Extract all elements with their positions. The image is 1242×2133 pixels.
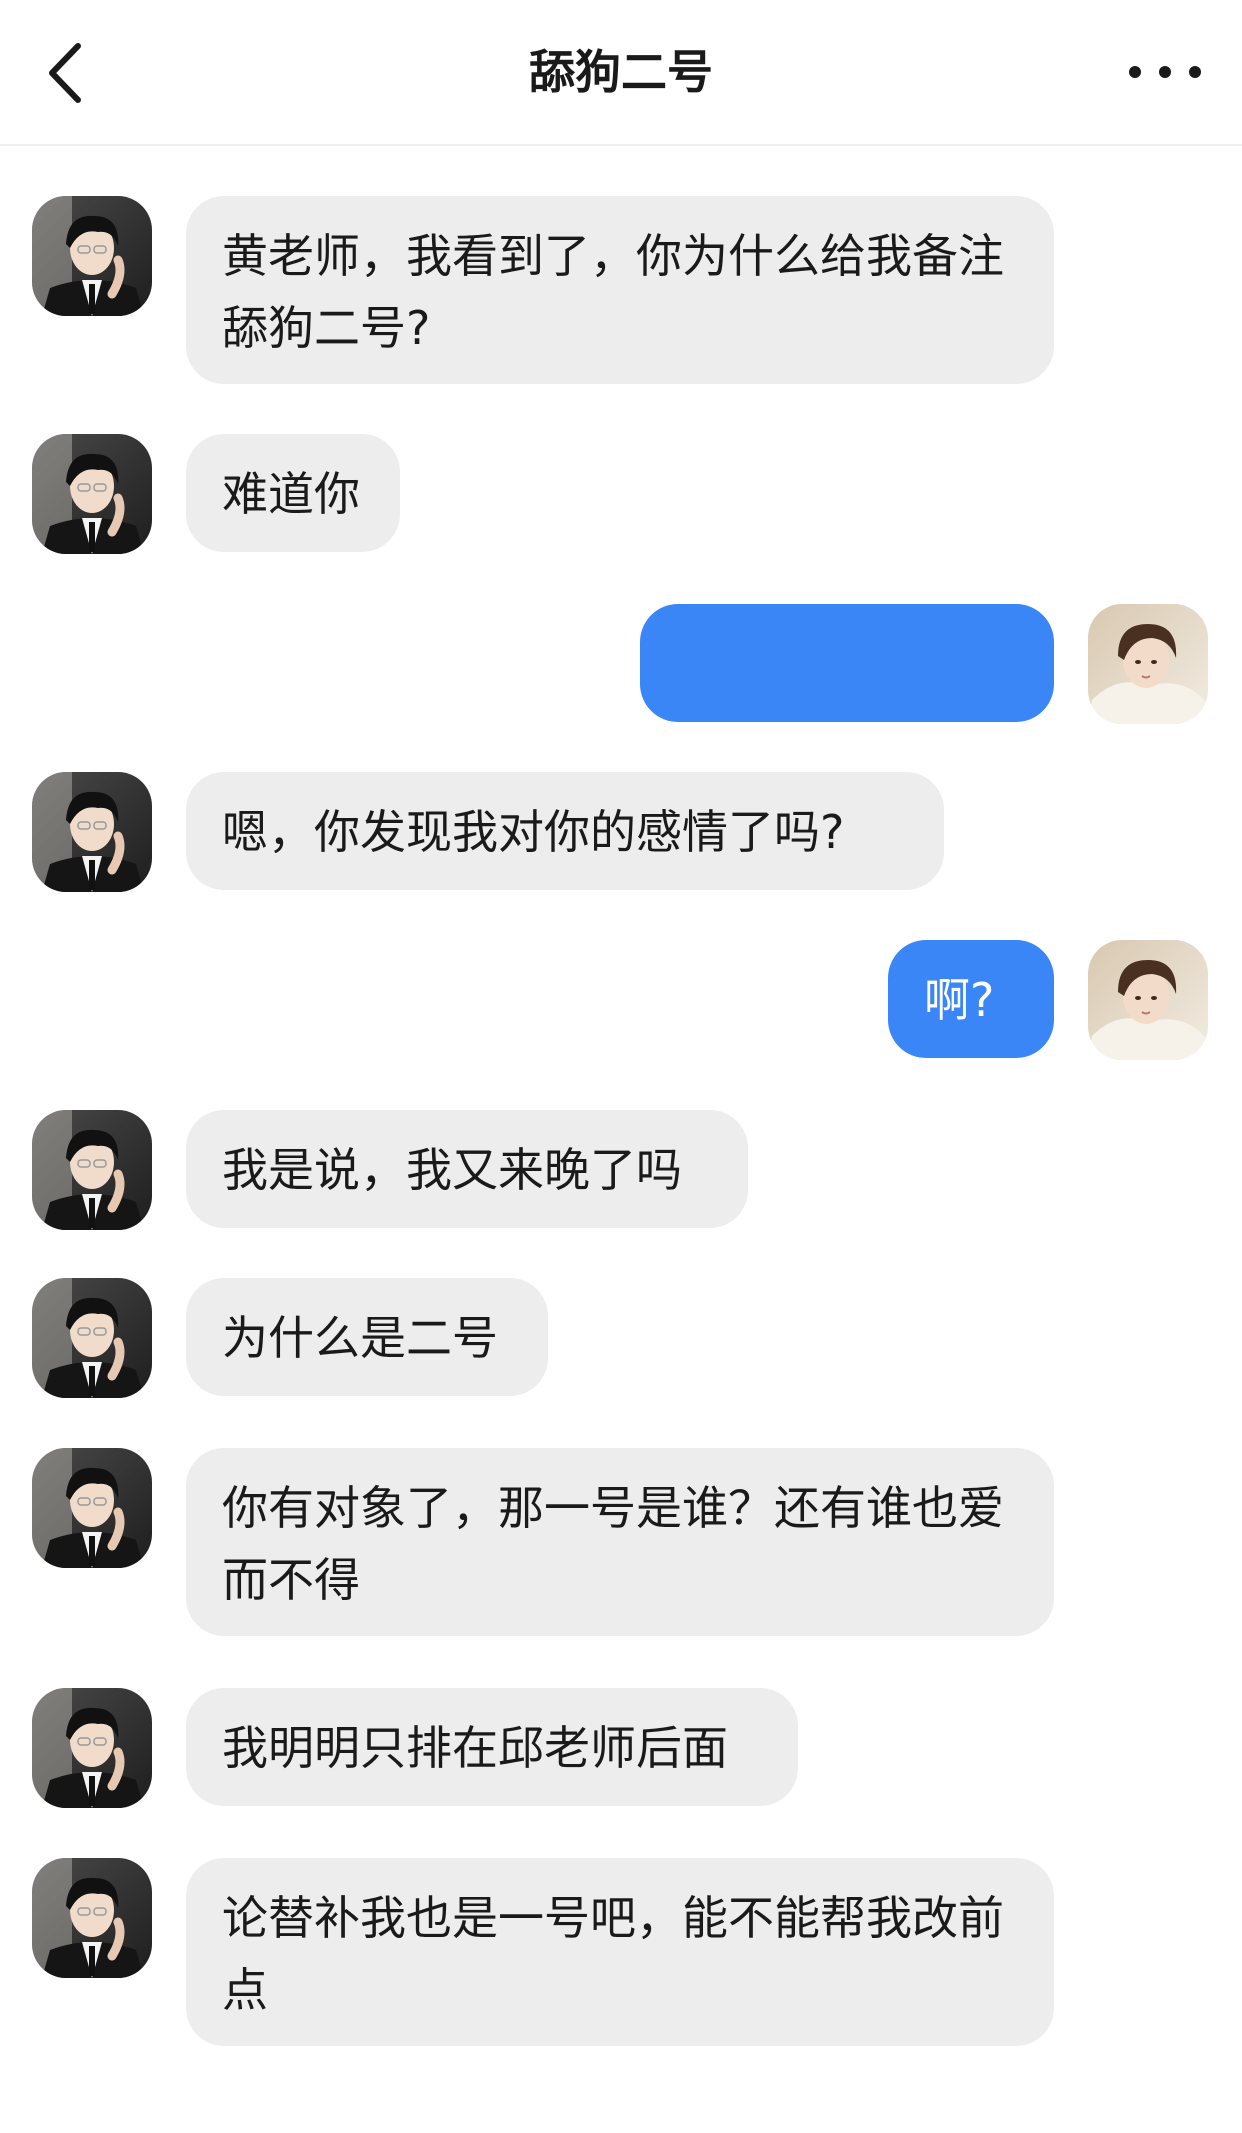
more-icon <box>1129 66 1201 78</box>
message-bubble-incoming[interactable]: 你有对象了，那一号是谁？还有谁也爱而不得 <box>186 1448 1054 1636</box>
more-options-button[interactable] <box>1120 52 1210 92</box>
avatar[interactable] <box>32 1110 152 1230</box>
avatar[interactable] <box>32 196 152 316</box>
message-bubble-outgoing[interactable]: 啊? <box>888 940 1054 1058</box>
avatar[interactable] <box>1088 604 1208 724</box>
avatar[interactable] <box>32 1858 152 1978</box>
avatar[interactable] <box>32 434 152 554</box>
message-bubble-incoming[interactable]: 为什么是二号 <box>186 1278 548 1396</box>
avatar[interactable] <box>1088 940 1208 1060</box>
message-bubble-incoming[interactable]: 黄老师，我看到了，你为什么给我备注舔狗二号? <box>186 196 1054 384</box>
avatar[interactable] <box>32 1448 152 1568</box>
message-bubble-incoming[interactable]: 嗯，你发现我对你的感情了吗? <box>186 772 944 890</box>
avatar[interactable] <box>32 1278 152 1398</box>
avatar[interactable] <box>32 1688 152 1808</box>
chat-title: 舔狗二号 <box>529 45 713 99</box>
message-bubble-incoming[interactable]: 我明明只排在邱老师后面 <box>186 1688 798 1806</box>
message-bubble-incoming[interactable]: 难道你 <box>186 434 400 552</box>
message-bubble-incoming[interactable]: 论替补我也是一号吧，能不能帮我改前点 <box>186 1858 1054 2046</box>
message-bubble-incoming[interactable]: 我是说，我又来晚了吗 <box>186 1110 748 1228</box>
chat-header: 舔狗二号 <box>0 0 1242 146</box>
message-bubble-outgoing[interactable] <box>640 604 1054 722</box>
avatar[interactable] <box>32 772 152 892</box>
